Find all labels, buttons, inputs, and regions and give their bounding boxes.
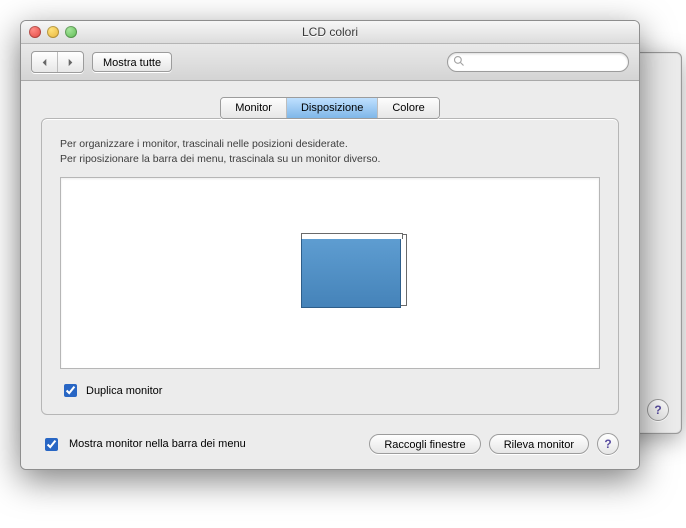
arrangement-area[interactable] [60,177,600,369]
show-all-button[interactable]: Mostra tutte [92,52,172,72]
arrangement-instructions: Per organizzare i monitor, trascinali ne… [60,137,600,167]
titlebar: LCD colori [21,21,639,44]
tab-color[interactable]: Colore [377,98,438,118]
content-area: Monitor Disposizione Colore Per organizz… [21,81,639,469]
gather-windows-button[interactable]: Raccogli finestre [369,434,480,454]
nav-buttons [31,51,84,73]
search-field-container [447,52,629,72]
preferences-window: LCD colori Mostra tutte [20,20,640,470]
help-icon[interactable]: ? [597,433,619,455]
mirror-displays-label: Duplica monitor [86,385,162,397]
help-icon[interactable]: ? [647,399,669,421]
mirror-displays-checkbox[interactable] [64,384,77,397]
forward-button[interactable] [57,52,83,72]
search-icon [453,55,465,67]
show-in-menubar-label: Mostra monitor nella barra dei menu [69,438,246,450]
minimize-icon[interactable] [47,26,59,38]
tabs: Monitor Disposizione Colore [41,97,619,119]
mirror-displays-row[interactable]: Duplica monitor [60,381,600,400]
display-primary-icon[interactable] [301,238,401,308]
back-button[interactable] [32,52,57,72]
tab-arrangement[interactable]: Disposizione [286,98,377,118]
zoom-icon[interactable] [65,26,77,38]
footer-row: Mostra monitor nella barra dei menu Racc… [41,433,619,455]
chevron-left-icon [40,58,49,67]
chevron-right-icon [66,58,75,67]
detect-displays-button[interactable]: Rileva monitor [489,434,589,454]
search-input[interactable] [447,52,629,72]
arrangement-panel: Per organizzare i monitor, trascinali ne… [41,118,619,415]
toolbar: Mostra tutte [21,44,639,81]
show-in-menubar-checkbox[interactable] [45,438,58,451]
close-icon[interactable] [29,26,41,38]
window-title: LCD colori [302,25,358,39]
tab-monitor[interactable]: Monitor [221,98,286,118]
window-controls [29,26,77,38]
